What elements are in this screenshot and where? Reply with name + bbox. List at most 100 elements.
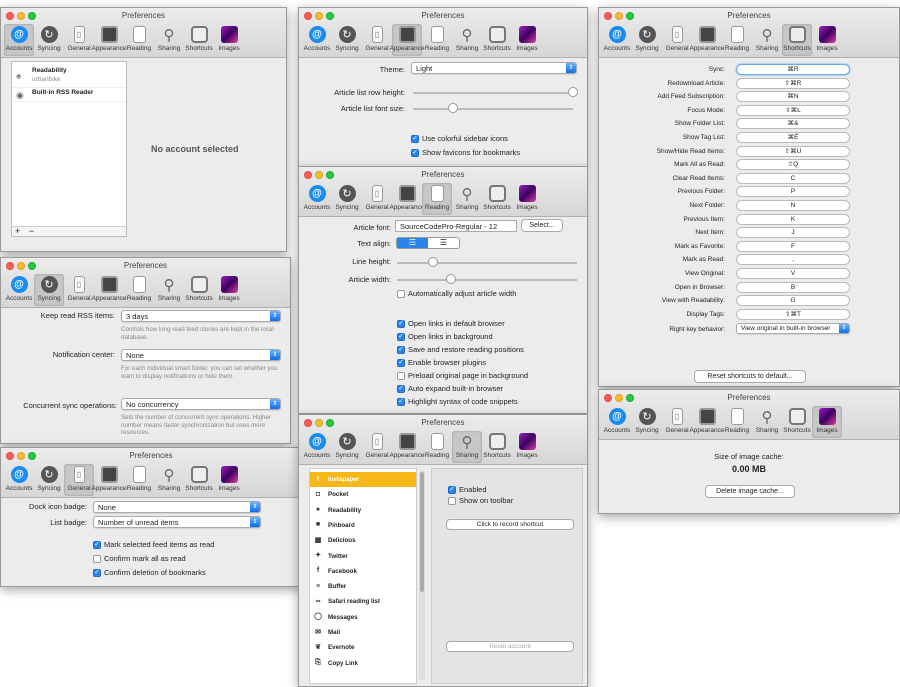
enabled-checkbox[interactable]: ✓ Enabled (448, 485, 487, 494)
toolbar-item-appearance[interactable]: Appearance (389, 431, 425, 463)
toolbar-item-shortcuts[interactable]: Shortcuts (482, 24, 512, 56)
toolbar-item-shortcuts[interactable]: Shortcuts (782, 24, 812, 56)
checkbox[interactable]: ✓ (397, 384, 405, 393)
toolbar-item-images[interactable]: Images (812, 24, 842, 56)
shortcut-field[interactable]: ⇧⌘L (736, 104, 850, 116)
toolbar-item-reading[interactable]: Reading (722, 24, 752, 56)
toolbar-item-sharing[interactable]: ⚲ Sharing (452, 183, 482, 215)
toolbar-item-accounts[interactable]: @ Accounts (4, 464, 34, 496)
checkbox[interactable]: ✓ (93, 540, 101, 549)
toolbar-item-shortcuts[interactable]: Shortcuts (184, 464, 214, 496)
toolbar-item-syncing[interactable]: ↻ Syncing (34, 274, 64, 306)
toolbar-item-reading[interactable]: Reading (124, 274, 154, 306)
shortcut-field[interactable]: V (736, 268, 850, 279)
toolbar-item-appearance[interactable]: Appearance (389, 24, 425, 56)
sharing-service-item[interactable]: ✉ Mail (310, 625, 416, 640)
reset-account-button[interactable]: Reset account (446, 641, 574, 652)
add-account-button[interactable]: + (15, 226, 20, 236)
reset-shortcuts-button[interactable]: Reset shortcuts to default... (694, 370, 806, 383)
toolbar-item-appearance[interactable]: Appearance (689, 24, 725, 56)
theme-popup[interactable]: Light ⇕ (411, 62, 577, 74)
shortcut-field[interactable]: K (736, 213, 850, 225)
show-on-toolbar-checkbox[interactable]: Show on toolbar (448, 496, 513, 505)
keep-read-popup[interactable]: 3 days ⇕ (121, 310, 281, 322)
sharing-service-item[interactable]: ⎘ Copy Link (310, 656, 416, 671)
toolbar-item-general[interactable]: ▯ General (662, 24, 692, 56)
shortcut-field[interactable]: B (736, 281, 850, 293)
toolbar-item-shortcuts[interactable]: Shortcuts (184, 24, 214, 56)
reading-checkbox[interactable]: Preload original page in background (397, 371, 528, 380)
slider-knob[interactable] (448, 103, 458, 113)
list-scrollbar[interactable] (419, 470, 425, 680)
toolbar-item-general[interactable]: ▯ General (362, 183, 392, 215)
concurrent-popup[interactable]: No concurrency ⇕ (121, 398, 281, 410)
shortcut-field[interactable]: J (736, 227, 850, 239)
appearance-checkbox[interactable]: ✓ Show favicons for bookmarks (411, 148, 520, 157)
toolbar-item-sharing[interactable]: ⚲ Sharing (452, 24, 482, 56)
toolbar-item-syncing[interactable]: ↻ Syncing (34, 24, 64, 56)
toolbar-item-shortcuts[interactable]: Shortcuts (482, 431, 512, 463)
slider-knob[interactable] (428, 257, 438, 267)
reading-checkbox[interactable]: ✓ Open links in background (397, 332, 493, 341)
toolbar-item-sharing[interactable]: ⚲ Sharing (452, 431, 482, 463)
article-width-slider[interactable] (397, 274, 577, 284)
shortcut-field[interactable]: ⇧⌘R (736, 77, 850, 89)
sharing-service-item[interactable]: I Instapaper (310, 472, 416, 487)
checkbox[interactable]: ✓ (397, 358, 405, 367)
toolbar-item-sharing[interactable]: ⚲ Sharing (154, 274, 184, 306)
toolbar-item-general[interactable]: ▯ General (362, 24, 392, 56)
sharing-service-item[interactable]: ≡ Buffer (310, 579, 416, 594)
toolbar-item-images[interactable]: Images (214, 24, 244, 56)
toolbar-item-general[interactable]: ▯ General (64, 24, 94, 56)
toolbar-item-sharing[interactable]: ⚲ Sharing (752, 24, 782, 56)
toolbar-item-accounts[interactable]: @ Accounts (4, 274, 34, 306)
select-font-button[interactable]: Select... (521, 219, 563, 232)
toolbar-item-shortcuts[interactable]: Shortcuts (782, 406, 812, 438)
toolbar-item-accounts[interactable]: @ Accounts (302, 431, 332, 463)
shortcut-field[interactable]: ⌘& (736, 118, 850, 130)
toolbar-item-shortcuts[interactable]: Shortcuts (482, 183, 512, 215)
account-list[interactable]: ♠ Readability urbanbike ◉ Built-in RSS R… (11, 61, 127, 237)
toolbar-item-images[interactable]: Images (214, 274, 244, 306)
font-size-slider[interactable] (413, 103, 573, 113)
general-checkbox[interactable]: Confirm mark all as read (93, 554, 186, 563)
toolbar-item-reading[interactable]: Reading (422, 431, 452, 463)
toolbar-item-general[interactable]: ▯ General (64, 464, 94, 496)
checkbox[interactable]: ✓ (411, 134, 419, 143)
record-shortcut-button[interactable]: Click to record shortcut (446, 519, 574, 530)
toolbar-item-reading[interactable]: Reading (422, 24, 452, 56)
align-justify-icon[interactable]: ☰ (428, 238, 459, 248)
toolbar-item-accounts[interactable]: @ Accounts (302, 183, 332, 215)
reading-checkbox[interactable]: ✓ Save and restore reading positions (397, 345, 524, 354)
account-item[interactable]: ♠ Readability urbanbike (12, 66, 126, 88)
align-left-icon[interactable]: ☰ (397, 238, 428, 248)
sharing-service-item[interactable]: f Facebook (310, 564, 416, 579)
shortcut-field[interactable]: ⇧⌘U (736, 145, 850, 157)
list-badge-popup[interactable]: Number of unread items ⇕ (93, 516, 261, 528)
checkbox[interactable]: ✓ (448, 485, 456, 494)
checkbox[interactable]: ✓ (397, 397, 405, 406)
shortcut-field[interactable]: P (736, 186, 850, 198)
sharing-service-item[interactable]: ◘ Pocket (310, 487, 416, 502)
account-item[interactable]: ◉ Built-in RSS Reader (12, 88, 126, 102)
checkbox[interactable]: ✓ (397, 332, 405, 341)
sharing-service-item[interactable]: ■ Pinboard (310, 518, 416, 533)
reading-checkbox[interactable]: ✓ Open links in default browser (397, 319, 505, 328)
appearance-checkbox[interactable]: ✓ Use colorful sidebar icons (411, 134, 508, 143)
toolbar-item-images[interactable]: Images (812, 406, 842, 438)
shortcut-field[interactable]: ⇧⌘T (736, 308, 850, 320)
shortcut-field[interactable]: ⌘N (736, 91, 850, 103)
shortcut-field[interactable]: ⌘R (736, 64, 850, 75)
shortcut-field[interactable]: N (736, 200, 850, 211)
checkbox[interactable]: ✓ (93, 568, 101, 577)
shortcut-field[interactable]: ⌘É (736, 132, 850, 143)
toolbar-item-reading[interactable]: Reading (124, 464, 154, 496)
toolbar-item-images[interactable]: Images (512, 431, 542, 463)
toolbar-item-syncing[interactable]: ↻ Syncing (34, 464, 64, 496)
toolbar-item-general[interactable]: ▯ General (362, 431, 392, 463)
toolbar-item-syncing[interactable]: ↻ Syncing (332, 183, 362, 215)
checkbox[interactable]: ✓ (397, 319, 405, 328)
slider-knob[interactable] (446, 274, 456, 284)
toolbar-item-appearance[interactable]: Appearance (91, 24, 127, 56)
shortcut-field[interactable]: ⇧Q (736, 159, 850, 171)
